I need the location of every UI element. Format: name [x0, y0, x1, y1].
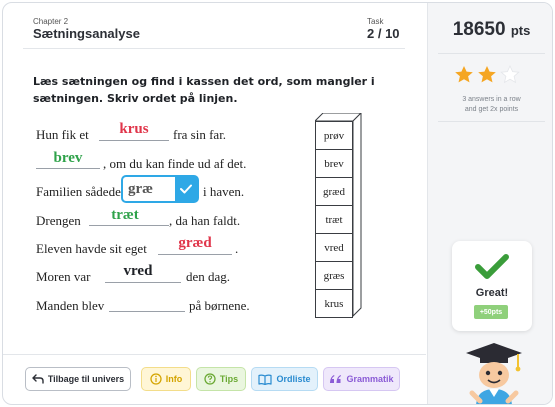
- sentence-6-before: Moren var: [36, 269, 91, 284]
- graduate-mascot-icon: [466, 343, 522, 404]
- info-icon: [150, 373, 162, 385]
- word-box-item[interactable]: krus: [315, 289, 353, 318]
- sentence-7-after: på børnene.: [189, 298, 250, 313]
- sentence-7-blank[interactable]: [109, 311, 185, 312]
- sentence-3-after: i haven.: [203, 184, 245, 199]
- sentence-6-answer: vred: [123, 263, 153, 279]
- sentence-1-after: fra sin far.: [173, 127, 227, 142]
- star-filled-icon: [455, 66, 473, 83]
- sentence-2-after: , om du kan finde ud af det.: [103, 156, 247, 171]
- tips-button-label: Tips: [219, 374, 239, 384]
- sentence-2-blank[interactable]: [36, 168, 100, 169]
- task-label: Task: [367, 17, 384, 26]
- streak-line-1: 3 answers in a row: [462, 96, 521, 103]
- sentence-5-answer: græd: [178, 235, 212, 251]
- chapter-label: Chapter 2: [33, 17, 69, 26]
- sentence-4-answer: træt: [111, 207, 139, 223]
- points-value: 18650: [452, 19, 506, 40]
- sentence-4-after: , da han faldt.: [169, 213, 241, 228]
- header-divider: [23, 48, 405, 49]
- sentence-6-after: den dag.: [186, 269, 231, 284]
- info-button[interactable]: Info: [141, 367, 191, 391]
- bonus-badge: +50pts: [474, 305, 508, 319]
- toolbar-divider: [3, 354, 426, 355]
- points-display: 18650 pts: [428, 19, 552, 41]
- big-checkmark-icon: [475, 254, 509, 279]
- star-filled-icon: [478, 66, 496, 83]
- sentence-5-blank[interactable]: [158, 254, 232, 255]
- word-box-item[interactable]: prøv: [315, 121, 353, 150]
- ordliste-button-label: Ordliste: [276, 374, 311, 384]
- sentence-5-after: .: [235, 241, 239, 256]
- score-panel: 18650 pts 3 answers in a row and get 2x …: [427, 3, 552, 404]
- instruction-text: Læs sætningen og find i kassen det ord, …: [33, 75, 375, 105]
- task-progress: 2 / 10: [367, 26, 400, 41]
- sentence-4-before: Drengen: [36, 213, 81, 228]
- grammatik-button[interactable]: Grammatik: [323, 367, 400, 391]
- ordliste-button[interactable]: Ordliste: [251, 367, 318, 391]
- book-icon: [258, 374, 273, 385]
- back-arrow-icon: [32, 374, 44, 384]
- word-box-item[interactable]: træt: [315, 205, 353, 234]
- question-icon: [204, 373, 216, 385]
- word-box-item[interactable]: vred: [315, 233, 353, 262]
- sentence-6-blank[interactable]: [105, 282, 181, 283]
- streak-line-2: and get 2x points: [464, 106, 519, 113]
- panel-divider: [438, 121, 545, 122]
- feedback-title: Great!: [475, 287, 509, 299]
- word-box-item[interactable]: brev: [315, 149, 353, 178]
- star-rating: [454, 65, 520, 84]
- sentence-7-before: Manden blev: [36, 298, 105, 313]
- sentence-1-blank[interactable]: [99, 140, 169, 141]
- checkmark-icon: [180, 184, 192, 194]
- back-to-universe-button[interactable]: Tilbage til univers: [25, 367, 131, 391]
- answer-input-box[interactable]: [121, 175, 199, 203]
- sentence-2-answer: brev: [53, 150, 83, 166]
- check-button[interactable]: [175, 177, 197, 201]
- sentence-3-before: Familien sådede: [36, 184, 121, 199]
- back-button-label: Tilbage til univers: [47, 374, 125, 384]
- grammatik-button-label: Grammatik: [346, 374, 394, 384]
- answer-input[interactable]: [123, 177, 175, 201]
- info-button-label: Info: [165, 374, 183, 384]
- feedback-card: Great! +50pts: [452, 241, 532, 331]
- streak-text: 3 answers in a row and get 2x points: [428, 95, 552, 115]
- word-box-item[interactable]: græs: [315, 261, 353, 290]
- sentence-4-blank[interactable]: [89, 225, 169, 226]
- chapter-title: Sætningsanalyse: [33, 26, 140, 41]
- sentence-1-before: Hun fik et: [36, 127, 89, 142]
- exercise-window: Chapter 2 Sætningsanalyse Task 2 / 10 Læ…: [2, 2, 553, 405]
- star-empty-icon: [500, 65, 520, 84]
- sentence-1-answer: krus: [119, 121, 149, 137]
- sentence-5-before: Eleven havde sit eget: [36, 241, 147, 256]
- points-unit: pts: [510, 23, 531, 38]
- panel-divider: [438, 53, 545, 54]
- tips-button[interactable]: Tips: [196, 367, 246, 391]
- word-box-item[interactable]: græd: [315, 177, 353, 206]
- quote-icon: [330, 375, 342, 383]
